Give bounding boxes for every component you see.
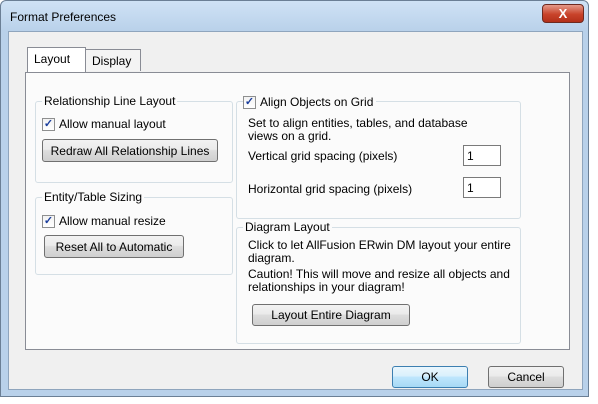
redraw-relationship-lines-button[interactable]: Redraw All Relationship Lines xyxy=(42,139,218,162)
tab-layout-label: Layout xyxy=(34,52,71,66)
dialog-client-area: Layout Display Relationship Line Layout … xyxy=(8,31,583,390)
horizontal-grid-spacing-label: Horizontal grid spacing (pixels) xyxy=(248,182,413,196)
layout-entire-diagram-button[interactable]: Layout Entire Diagram xyxy=(252,304,410,326)
tab-display[interactable]: Display xyxy=(85,49,141,71)
diagram-group-label: Diagram Layout xyxy=(243,220,332,234)
align-objects-on-grid-label: Align Objects on Grid xyxy=(260,95,374,109)
allow-manual-resize-label: Allow manual resize xyxy=(59,214,166,228)
window-title: Format Preferences xyxy=(10,10,117,24)
entity-table-sizing-group: Entity/Table Sizing ✓ Allow manual resiz… xyxy=(35,190,233,275)
check-icon: ✓ xyxy=(42,117,55,131)
diagram-text-line-1: Click to let AllFusion ERwin DM layout y… xyxy=(248,238,511,252)
sizing-group-label: Entity/Table Sizing xyxy=(42,190,145,204)
check-icon: ✓ xyxy=(42,214,55,228)
ok-label: OK xyxy=(421,370,439,384)
grid-description-line-2: views on a grid. xyxy=(248,129,332,143)
layout-entire-diagram-label: Layout Entire Diagram xyxy=(271,308,391,322)
layout-tab-panel: Relationship Line Layout ✓ Allow manual … xyxy=(25,72,570,350)
redraw-relationship-lines-label: Redraw All Relationship Lines xyxy=(50,143,210,158)
align-objects-on-grid-checkbox[interactable]: ✓ Align Objects on Grid xyxy=(243,95,377,109)
diagram-text-line-2: diagram. xyxy=(248,251,295,265)
relationship-line-layout-group: Relationship Line Layout ✓ Allow manual … xyxy=(35,94,233,183)
grid-description-line-1: Set to align entities, tables, and datab… xyxy=(248,116,468,130)
allow-manual-layout-label: Allow manual layout xyxy=(59,117,166,131)
ok-button[interactable]: OK xyxy=(392,366,468,388)
format-preferences-dialog: Format Preferences X Layout Display Rela… xyxy=(0,0,589,397)
relationship-group-label: Relationship Line Layout xyxy=(42,94,178,108)
close-button[interactable]: X xyxy=(542,4,584,23)
close-icon: X xyxy=(558,6,568,21)
check-icon: ✓ xyxy=(243,95,256,109)
align-objects-on-grid-group: ✓ Align Objects on Grid Set to align ent… xyxy=(236,95,521,219)
tab-display-label: Display xyxy=(92,54,132,68)
diagram-text-line-4: relationships in your diagram! xyxy=(248,280,405,294)
horizontal-grid-spacing-input[interactable] xyxy=(463,177,501,198)
title-bar[interactable]: Format Preferences X xyxy=(1,1,588,31)
allow-manual-layout-checkbox[interactable]: ✓ Allow manual layout xyxy=(42,117,166,131)
diagram-text-line-3: Caution! This will move and resize all o… xyxy=(248,267,510,281)
tab-layout[interactable]: Layout xyxy=(27,47,86,72)
reset-all-to-automatic-label: Reset All to Automatic xyxy=(55,239,173,254)
cancel-button[interactable]: Cancel xyxy=(488,366,564,388)
allow-manual-resize-checkbox[interactable]: ✓ Allow manual resize xyxy=(42,214,166,228)
vertical-grid-spacing-label: Vertical grid spacing (pixels) xyxy=(248,149,398,163)
cancel-label: Cancel xyxy=(507,370,545,384)
vertical-grid-spacing-input[interactable] xyxy=(463,145,501,166)
diagram-layout-group: Diagram Layout Click to let AllFusion ER… xyxy=(236,220,521,344)
reset-all-to-automatic-button[interactable]: Reset All to Automatic xyxy=(44,235,184,258)
